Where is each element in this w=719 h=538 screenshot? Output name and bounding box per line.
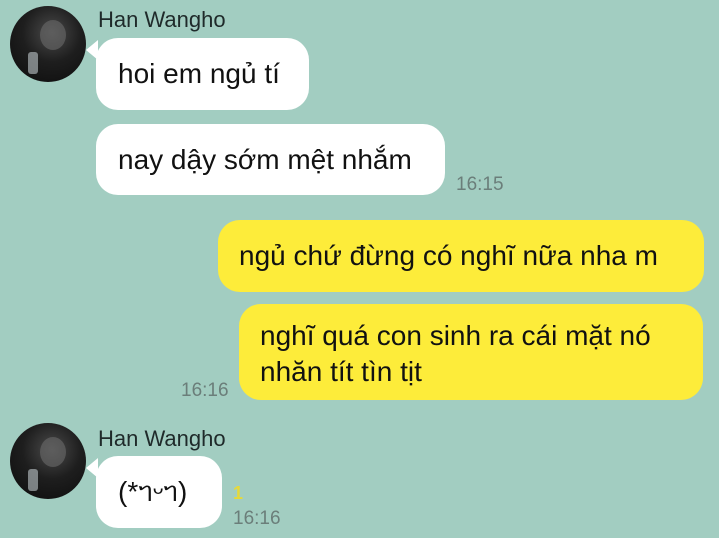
message-text-line: nhăn tít tìn tịt [260,356,422,387]
incoming-message-bubble[interactable]: nay dậy sớm mệt nhắm [96,124,445,195]
avatar-highlight [28,469,38,491]
message-timestamp: 16:15 [456,174,504,195]
message-text: (*ᥐ᠋ᵕᥐ᠋) [118,476,188,507]
sender-name: Han Wangho [98,7,226,32]
message-text: nay dậy sớm mệt nhắm [118,144,412,175]
sender-name: Han Wangho [98,426,226,451]
message-text: ngủ chứ đừng có nghĩ nữa nha m [239,240,658,271]
message-timestamp: 16:16 [181,380,229,401]
avatar-highlight [28,52,38,74]
message-text: hoi em ngủ tí [118,58,280,89]
incoming-message-bubble[interactable]: hoi em ngủ tí [96,38,309,110]
avatar-face-shape [40,437,66,467]
outgoing-message-bubble[interactable]: ngủ chứ đừng có nghĩ nữa nha m [218,220,704,292]
message-text-line: nghĩ quá con sinh ra cái mặt nó [260,320,651,351]
message-timestamp: 16:16 [233,508,281,529]
sender-avatar[interactable] [10,6,86,82]
outgoing-message-bubble[interactable]: nghĩ quá con sinh ra cái mặt nó nhăn tít… [239,304,703,400]
sender-avatar[interactable] [10,423,86,499]
incoming-message-bubble[interactable]: (*ᥐ᠋ᵕᥐ᠋) [96,456,222,528]
avatar-face-shape [40,20,66,50]
unread-count: 1 [233,483,244,503]
